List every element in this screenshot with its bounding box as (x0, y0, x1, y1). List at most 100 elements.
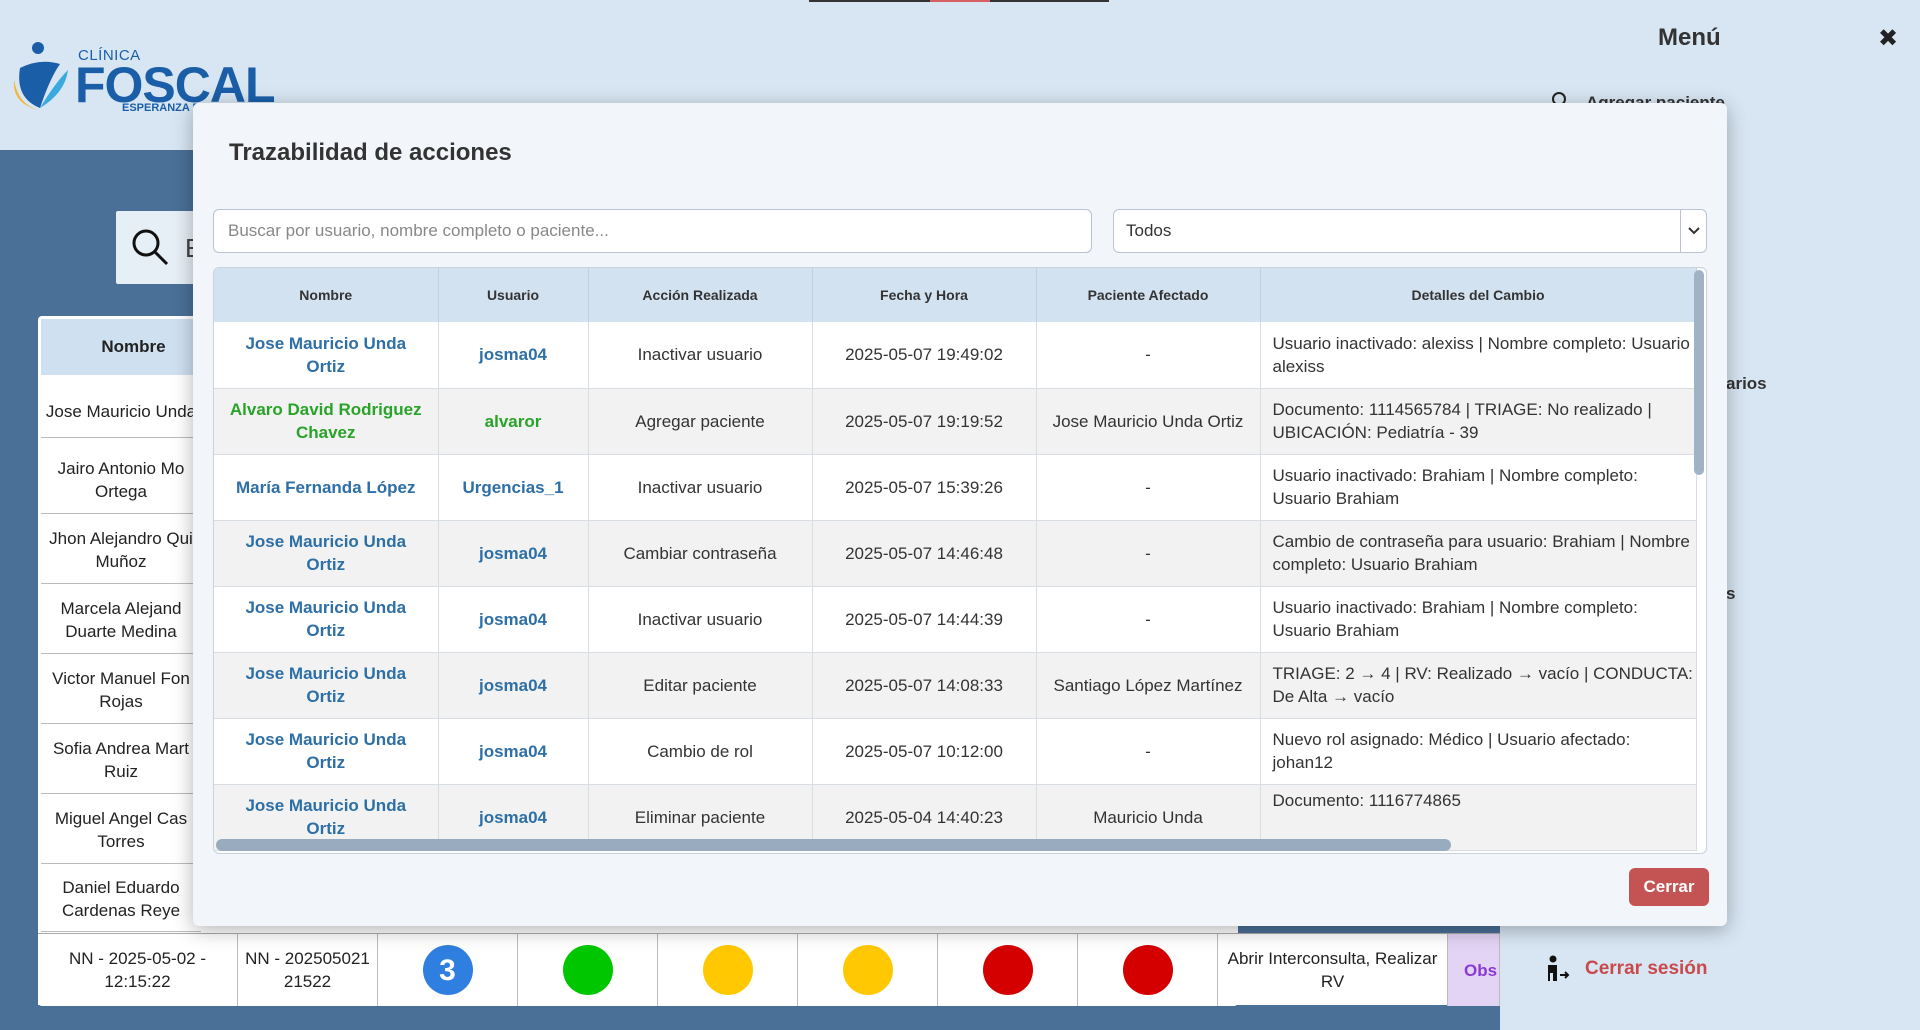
patient-name-cell[interactable]: Daniel Eduardo Cardenas Reye (41, 866, 201, 932)
fecha-cell: 2025-05-07 19:19:52 (812, 388, 1037, 455)
filter-value: Todos (1126, 221, 1172, 240)
menu-item-fragment[interactable]: s (1726, 584, 1735, 604)
modal-title: Trazabilidad de acciones (229, 139, 512, 166)
logout-label: Cerrar sesión (1585, 958, 1708, 979)
table-row: María Fernanda López Urgencias_1 Inactivar… (214, 454, 1697, 521)
detalle-cell: Usuario inactivado: Brahiam | Nombre com… (1260, 586, 1697, 653)
detalle-cell: Cambio de contraseña para usuario: Brahi… (1260, 520, 1697, 587)
patient-name-cell: NN - 2025-05-02 - 12:15:22 (38, 934, 238, 1006)
status-cell (798, 934, 938, 1006)
column-header: Detalles del Cambio (1260, 268, 1697, 322)
status-cell (938, 934, 1078, 1006)
action-filter-select[interactable]: Todos (1113, 209, 1707, 253)
vertical-scrollbar[interactable] (1694, 270, 1704, 475)
fecha-cell: 2025-05-07 14:46:48 (812, 520, 1037, 587)
status-yellow-dot[interactable] (702, 945, 753, 995)
usuario-cell[interactable]: josma04 (438, 520, 589, 587)
column-header: Paciente Afectado (1036, 268, 1261, 322)
horizontal-scrollbar[interactable] (216, 839, 1451, 851)
nombre-cell[interactable]: Jose Mauricio Unda Ortiz (214, 322, 439, 389)
accion-cell: Agregar paciente (588, 388, 813, 455)
patient-row-last[interactable]: NN - 2025-05-02 - 12:15:22 NN - 20250502… (38, 933, 1500, 1006)
menu-title: Menú (1658, 24, 1721, 51)
fecha-cell: 2025-05-07 14:08:33 (812, 652, 1037, 719)
triage-cell: 3 (378, 934, 518, 1006)
top-progress-line (809, 0, 1109, 2)
usuario-cell[interactable]: josma04 (438, 322, 589, 389)
fecha-cell: 2025-05-07 14:44:39 (812, 586, 1037, 653)
patient-name-cell[interactable]: Sofia Andrea Mart Ruiz (41, 726, 201, 794)
column-header: Acción Realizada (588, 268, 813, 322)
detalle-cell: Usuario inactivado: Brahiam | Nombre com… (1260, 454, 1697, 521)
action-cell: Abrir Interconsulta, Realizar RV (1218, 934, 1448, 1006)
detalle-cell: TRIAGE: 2 → 4 | RV: Realizado → vacío | … (1260, 652, 1697, 719)
paciente-cell: - (1036, 454, 1261, 521)
paciente-cell: Jose Mauricio Unda Ortiz (1036, 388, 1261, 455)
status-red-dot[interactable] (982, 945, 1033, 995)
patient-name-cell[interactable]: Jose Mauricio Unda (41, 386, 201, 438)
patient-name-cell[interactable]: Miguel Angel Cas Torres (41, 796, 201, 864)
brand-tagline: ESPERANZA D (122, 102, 201, 114)
table-row: Jose Mauricio Unda Ortiz josma04 Editar pa… (214, 652, 1697, 719)
nombre-cell[interactable]: Jose Mauricio Unda Ortiz (214, 586, 439, 653)
table-row: Jose Mauricio Unda Ortiz josma04 Inactivar… (214, 586, 1697, 653)
patient-name-cell[interactable]: Marcela Alejand Duarte Medina (41, 586, 201, 654)
nombre-cell[interactable]: Jose Mauricio Unda Ortiz (214, 520, 439, 587)
accion-cell: Cambio de rol (588, 718, 813, 785)
logout-icon (1548, 955, 1570, 981)
nombre-cell[interactable]: María Fernanda López (214, 454, 439, 521)
accion-cell: Inactivar usuario (588, 586, 813, 653)
paciente-cell: - (1036, 322, 1261, 389)
status-cell (1078, 934, 1218, 1006)
paciente-cell: Santiago López Martínez (1036, 652, 1261, 719)
accion-cell: Inactivar usuario (588, 454, 813, 521)
usuario-cell[interactable]: Urgencias_1 (438, 454, 589, 521)
close-menu-icon[interactable]: ✖ (1878, 24, 1898, 53)
patient-name-cell[interactable]: Victor Manuel Fon Rojas (41, 656, 201, 724)
fecha-cell: 2025-05-07 10:12:00 (812, 718, 1037, 785)
status-yellow-dot[interactable] (842, 945, 893, 995)
close-modal-button[interactable]: Cerrar (1629, 868, 1709, 906)
chevron-down-icon (1680, 210, 1706, 252)
usuario-cell[interactable]: alvaror (438, 388, 589, 455)
fecha-cell: 2025-05-07 19:49:02 (812, 322, 1037, 389)
nombre-cell[interactable]: Alvaro David Rodriguez Chavez (214, 388, 439, 455)
table-row: Alvaro David Rodriguez Chavez alvaror Agre… (214, 388, 1697, 455)
accion-cell: Editar paciente (588, 652, 813, 719)
logo-figure-icon (13, 42, 68, 110)
usuario-cell[interactable]: josma04 (438, 586, 589, 653)
nombre-cell[interactable]: Jose Mauricio Unda Ortiz (214, 652, 439, 719)
detalle-cell: Usuario inactivado: alexiss | Nombre com… (1260, 322, 1697, 389)
column-header: Fecha y Hora (812, 268, 1037, 322)
fecha-cell: 2025-05-07 15:39:26 (812, 454, 1037, 521)
detalle-cell: Nuevo rol asignado: Médico | Usuario afe… (1260, 718, 1697, 785)
patient-name-cell[interactable]: Jhon Alejandro Qui Muñoz (41, 516, 201, 584)
status-cell (658, 934, 798, 1006)
detalle-cell: Documento: 1114565784 | TRIAGE: No reali… (1260, 388, 1697, 455)
usuario-cell[interactable]: josma04 (438, 718, 589, 785)
patient-name-cell[interactable]: Jairo Antonio Mo Ortega (41, 446, 201, 514)
traceability-modal: Trazabilidad de acciones Buscar por usua… (193, 103, 1727, 926)
accion-cell: Inactivar usuario (588, 322, 813, 389)
column-header: Nombre (214, 268, 439, 322)
paciente-cell: - (1036, 520, 1261, 587)
trace-table-container[interactable]: Nombre Usuario Acción Realizada Fecha y Hor… (213, 267, 1707, 854)
paciente-cell: - (1036, 718, 1261, 785)
paciente-cell: - (1036, 586, 1261, 653)
menu-item-fragment[interactable]: arios (1726, 374, 1767, 394)
search-icon (132, 229, 169, 266)
app-page: CLÍNICA FOSCAL ESPERANZA D E Nombre Jose… (0, 0, 1920, 1030)
table-row: Jose Mauricio Unda Ortiz josma04 Cambio de… (214, 718, 1697, 785)
trace-table: Nombre Usuario Acción Realizada Fecha y Hor… (214, 268, 1697, 851)
usuario-cell[interactable]: josma04 (438, 652, 589, 719)
table-row: Jose Mauricio Unda Ortiz josma04 Inactivar… (214, 322, 1697, 389)
accion-cell: Cambiar contraseña (588, 520, 813, 587)
status-red-dot[interactable] (1122, 945, 1173, 995)
nombre-cell[interactable]: Jose Mauricio Unda Ortiz (214, 718, 439, 785)
obs-button[interactable]: Obs (1448, 934, 1500, 1006)
triage-badge[interactable]: 3 (422, 945, 473, 995)
status-green-dot[interactable] (562, 945, 613, 995)
trace-search-input[interactable]: Buscar por usuario, nombre completo o pa… (213, 209, 1092, 253)
logout-button[interactable]: Cerrar sesión (1545, 955, 1708, 983)
column-header: Usuario (438, 268, 589, 322)
